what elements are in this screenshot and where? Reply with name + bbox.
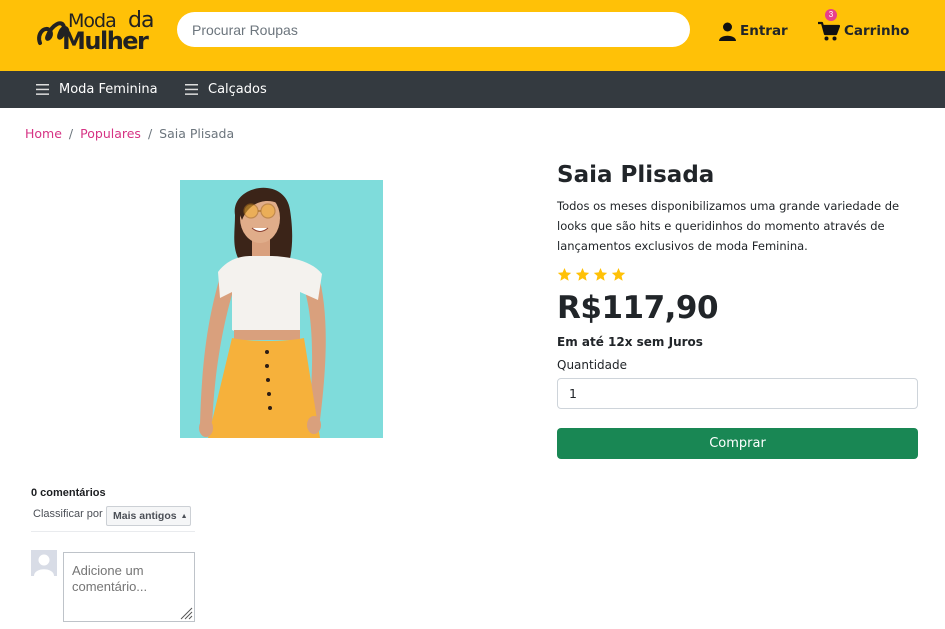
avatar [31,550,57,576]
breadcrumb: Home / Populares / Saia Plisada [25,126,234,141]
nav-item-calcados[interactable]: Calçados [185,71,267,108]
shopping-cart-icon [818,21,840,41]
quantity-label: Quantidade [557,358,628,372]
category-navbar: Moda Feminina Calçados [0,71,945,108]
star-icon [557,267,572,281]
login-label: Entrar [740,23,788,39]
sort-arrows-icon: ▲︎ [180,512,188,520]
comment-input[interactable] [63,552,195,622]
cart-label: Carrinho [844,23,910,39]
user-icon [719,22,736,41]
nav-item-moda-feminina[interactable]: Moda Feminina [36,71,158,108]
search-input[interactable] [192,12,672,47]
breadcrumb-home[interactable]: Home [25,126,62,141]
sort-select[interactable]: Mais antigos ▲︎ [106,506,191,526]
sort-label: Classificar por [33,508,103,520]
model-photo-illustration [180,180,383,438]
logo-text-mulher: Mulher [62,27,149,55]
breadcrumb-separator: / [68,126,74,141]
product-rating [557,267,626,282]
breadcrumb-separator: / [147,126,153,141]
resize-grip-icon[interactable] [179,606,193,620]
default-avatar-icon [31,550,57,576]
star-icon [575,267,590,281]
sort-select-value: Mais antigos [113,510,177,522]
brand-logo[interactable]: Moda da Mulher [36,8,154,55]
cart-link[interactable]: Carrinho [818,20,909,42]
product-image [180,180,383,438]
buy-button[interactable]: Comprar [557,428,918,459]
star-icon [593,267,608,281]
breadcrumb-current: Saia Plisada [159,126,235,141]
comments-divider [31,531,195,532]
cart-count-badge: 3 [825,9,837,21]
product-price: R$117,90 [557,290,719,326]
menu-icon [36,84,49,95]
login-link[interactable]: Entrar [719,20,788,42]
product-title: Saia Plisada [557,162,715,188]
comments-count: 0 comentários [31,487,106,499]
breadcrumb-populares[interactable]: Populares [80,126,141,141]
star-icon [611,267,626,281]
quantity-input[interactable] [557,378,918,409]
nav-item-label: Moda Feminina [59,82,158,97]
search-bar [177,12,690,47]
menu-icon [185,84,198,95]
nav-item-label: Calçados [208,82,267,97]
top-header: Moda da Mulher Entrar Carrinho 3 [0,0,945,71]
installments-info: Em até 12x sem Juros [557,335,703,349]
product-description: Todos os meses disponibilizamos uma gran… [557,199,900,253]
